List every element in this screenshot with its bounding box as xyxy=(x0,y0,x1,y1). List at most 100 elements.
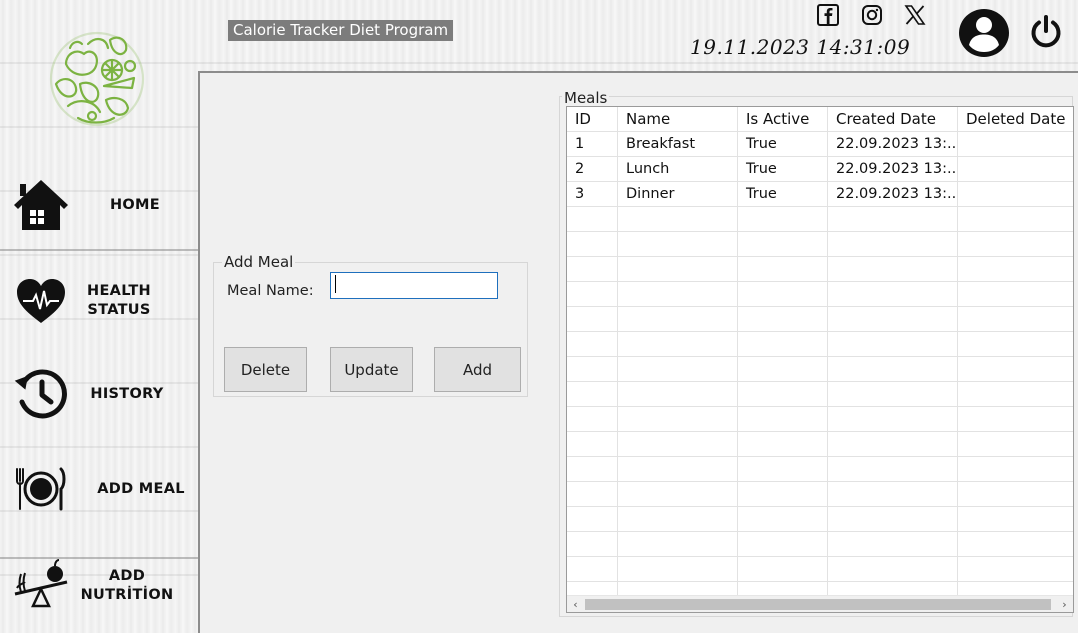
table-row[interactable]: 3 Dinner True 22.09.2023 13:... xyxy=(567,182,1073,207)
horizontal-scrollbar[interactable]: ‹ › xyxy=(567,595,1073,612)
empty-table-cell xyxy=(618,332,738,357)
empty-table-cell xyxy=(958,382,1073,407)
column-header[interactable]: Is Active xyxy=(738,107,828,132)
empty-table-cell xyxy=(618,257,738,282)
empty-table-cell xyxy=(828,532,958,557)
empty-table-cell xyxy=(738,457,828,482)
empty-table-cell xyxy=(828,257,958,282)
empty-table-cell xyxy=(958,482,1073,507)
empty-table-cell xyxy=(958,357,1073,382)
empty-table-cell xyxy=(828,207,958,232)
sidebar-divider xyxy=(0,249,198,251)
empty-table-cell xyxy=(618,207,738,232)
scroll-right-icon[interactable]: › xyxy=(1056,596,1073,612)
table-cell: True xyxy=(738,157,828,182)
empty-table-cell xyxy=(567,407,618,432)
table-row[interactable]: 1 Breakfast True 22.09.2023 13:... xyxy=(567,132,1073,157)
column-header[interactable]: Deleted Date xyxy=(958,107,1073,132)
meal-name-input[interactable] xyxy=(330,272,498,299)
instagram-icon[interactable] xyxy=(860,3,884,27)
table-cell: 2 xyxy=(567,157,618,182)
power-icon[interactable] xyxy=(1028,14,1064,50)
empty-table-cell xyxy=(828,457,958,482)
empty-table-cell xyxy=(738,257,828,282)
empty-table-cell xyxy=(567,382,618,407)
history-icon xyxy=(12,365,70,423)
empty-table-cell xyxy=(958,432,1073,457)
empty-table-cell xyxy=(958,207,1073,232)
empty-table-cell xyxy=(958,457,1073,482)
facebook-icon[interactable] xyxy=(816,3,840,27)
empty-table-cell xyxy=(828,482,958,507)
sidebar-item-label: ADD MEAL xyxy=(97,480,185,497)
empty-table-cell xyxy=(618,382,738,407)
empty-table-cell xyxy=(618,457,738,482)
table-header: ID Name Is Active Created Date Deleted D… xyxy=(567,107,1073,132)
empty-table-cell xyxy=(958,532,1073,557)
table-row[interactable]: 2 Lunch True 22.09.2023 13:... xyxy=(567,157,1073,182)
empty-table-row xyxy=(567,382,1073,407)
scroll-left-icon[interactable]: ‹ xyxy=(567,596,584,612)
table-cell: True xyxy=(738,182,828,207)
datetime-display: 19.11.2023 14:31:09 xyxy=(690,35,911,59)
empty-table-cell xyxy=(567,232,618,257)
meals-group-title: Meals xyxy=(562,89,610,107)
user-profile-icon[interactable] xyxy=(958,8,1010,58)
update-button[interactable]: Update xyxy=(330,347,413,392)
empty-table-cell xyxy=(828,307,958,332)
empty-table-row xyxy=(567,507,1073,532)
empty-table-cell xyxy=(958,232,1073,257)
meal-name-label: Meal Name: xyxy=(227,283,314,299)
empty-table-cell xyxy=(618,407,738,432)
meals-table[interactable]: ID Name Is Active Created Date Deleted D… xyxy=(566,106,1074,613)
empty-table-cell xyxy=(567,282,618,307)
sidebar-item-home[interactable]: HOME xyxy=(0,170,198,240)
sidebar-item-add-meal[interactable]: ADD MEAL xyxy=(0,454,198,524)
empty-table-cell xyxy=(738,357,828,382)
app-title: Calorie Tracker Diet Program xyxy=(228,20,454,41)
empty-table-cell xyxy=(567,457,618,482)
empty-table-cell xyxy=(567,557,618,582)
empty-table-cell xyxy=(828,232,958,257)
empty-table-row xyxy=(567,407,1073,432)
scroll-thumb[interactable] xyxy=(585,599,1051,610)
empty-table-cell xyxy=(738,482,828,507)
table-cell: 1 xyxy=(567,132,618,157)
column-header[interactable]: Name xyxy=(618,107,738,132)
meals-group: Meals ID Name Is Active Created Date Del… xyxy=(559,89,1074,617)
table-cell xyxy=(958,182,1073,207)
empty-table-row xyxy=(567,482,1073,507)
add-button[interactable]: Add xyxy=(434,347,521,392)
table-cell xyxy=(958,157,1073,182)
table-cell: True xyxy=(738,132,828,157)
empty-table-cell xyxy=(958,407,1073,432)
empty-table-cell xyxy=(828,282,958,307)
sidebar-item-label: HISTORY xyxy=(90,385,164,402)
empty-table-cell xyxy=(567,532,618,557)
table-cell: 3 xyxy=(567,182,618,207)
empty-table-row xyxy=(567,532,1073,557)
sidebar-item-health-status[interactable]: HEALTH STATUS xyxy=(0,266,198,336)
empty-table-cell xyxy=(738,532,828,557)
add-meal-group-title: Add Meal xyxy=(222,253,296,271)
empty-table-cell xyxy=(738,407,828,432)
column-header[interactable]: ID xyxy=(567,107,618,132)
x-twitter-icon[interactable] xyxy=(903,3,927,27)
empty-table-cell xyxy=(618,532,738,557)
column-header[interactable]: Created Date xyxy=(828,107,958,132)
table-cell: 22.09.2023 13:... xyxy=(828,157,958,182)
empty-table-cell xyxy=(567,432,618,457)
empty-table-cell xyxy=(618,432,738,457)
empty-table-row xyxy=(567,457,1073,482)
empty-table-cell xyxy=(738,207,828,232)
sidebar-item-add-nutrition[interactable]: ADD NUTRİTİON xyxy=(0,551,198,621)
delete-button[interactable]: Delete xyxy=(224,347,307,392)
table-cell xyxy=(958,132,1073,157)
empty-table-cell xyxy=(738,282,828,307)
sidebar-item-history[interactable]: HISTORY xyxy=(0,359,198,429)
table-cell: Lunch xyxy=(618,157,738,182)
empty-table-row xyxy=(567,307,1073,332)
empty-table-cell xyxy=(828,332,958,357)
logo xyxy=(48,26,146,132)
empty-table-row xyxy=(567,207,1073,232)
